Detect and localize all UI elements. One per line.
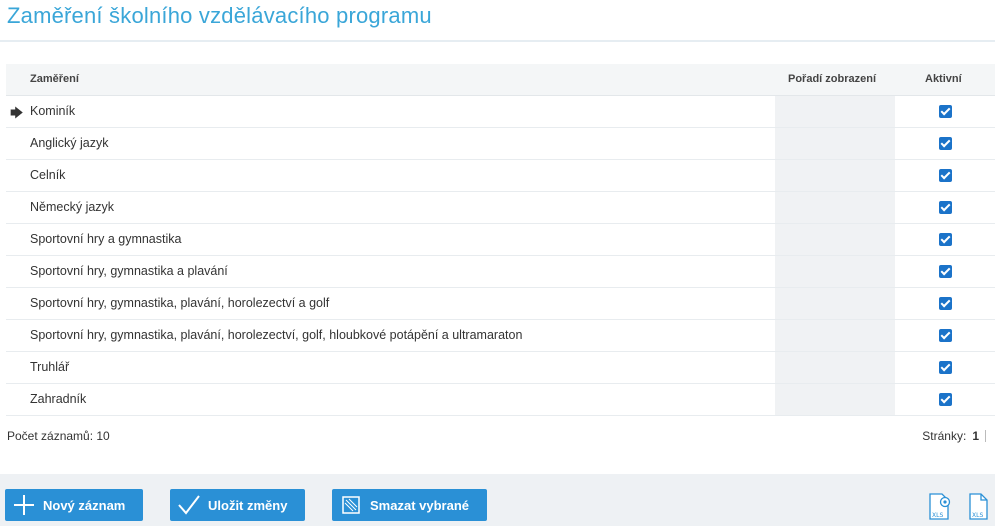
row-order-cell[interactable] — [775, 256, 895, 287]
row-name-cell[interactable]: Anglický jazyk — [30, 136, 109, 150]
active-checkbox[interactable] — [939, 105, 952, 118]
active-checkbox[interactable] — [939, 361, 952, 374]
row-order-cell[interactable] — [775, 160, 895, 191]
new-record-label: Nový záznam — [43, 497, 126, 513]
table-row[interactable]: Celník — [6, 160, 995, 192]
active-checkbox[interactable] — [939, 329, 952, 342]
column-header-name[interactable]: Zaměření — [30, 73, 79, 85]
row-order-cell[interactable] — [775, 384, 895, 415]
grid-header: Zaměření Pořadí zobrazení Aktivní — [6, 64, 995, 96]
active-checkbox[interactable] — [939, 297, 952, 310]
table-row[interactable]: Německý jazyk — [6, 192, 995, 224]
table-row[interactable]: 🡆 Kominík — [6, 96, 995, 128]
row-order-cell[interactable] — [775, 96, 895, 127]
delete-selected-button[interactable]: Smazat vybrané — [332, 489, 487, 521]
save-changes-button[interactable]: Uložit změny — [170, 489, 305, 521]
active-checkbox[interactable] — [939, 393, 952, 406]
xls-badge: XLS — [972, 512, 983, 519]
active-checkbox[interactable] — [939, 233, 952, 246]
table-row[interactable]: Sportovní hry, gymnastika a plavání — [6, 256, 995, 288]
save-changes-label: Uložit změny — [208, 497, 288, 513]
row-order-cell[interactable] — [775, 352, 895, 383]
table-row[interactable]: Zahradník — [6, 384, 995, 416]
checkmark-icon — [178, 494, 200, 516]
row-name-cell[interactable]: Sportovní hry a gymnastika — [30, 232, 181, 246]
page: Zaměření školního vzdělávacího programu … — [0, 0, 995, 526]
row-name-cell[interactable]: Truhlář — [30, 360, 69, 374]
active-checkbox[interactable] — [939, 137, 952, 150]
table-row[interactable]: Sportovní hry, gymnastika, plavání, horo… — [6, 320, 995, 352]
table-row[interactable]: Sportovní hry, gymnastika, plavání, horo… — [6, 288, 995, 320]
data-grid: Zaměření Pořadí zobrazení Aktivní 🡆 Komin… — [6, 64, 995, 416]
active-checkbox[interactable] — [939, 201, 952, 214]
row-order-cell[interactable] — [775, 224, 895, 255]
grid-body: 🡆 Kominík Anglický jazyk Celník Německý jazy… — [6, 96, 995, 416]
title-divider — [0, 40, 995, 42]
bottom-toolbar: Nový záznam Uložit změny Smazat vybrané — [0, 474, 995, 526]
new-record-button[interactable]: Nový záznam — [5, 489, 143, 521]
column-header-active[interactable]: Aktivní — [925, 73, 962, 85]
xls-export-icon[interactable]: XLS — [968, 493, 990, 520]
eraser-icon — [340, 494, 362, 516]
record-count: Počet záznamů: 10 — [7, 429, 110, 443]
delete-selected-label: Smazat vybrané — [370, 497, 469, 513]
column-header-order[interactable]: Pořadí zobrazení — [788, 73, 876, 85]
pagination: Stránky: 1 — [922, 429, 986, 443]
pagination-divider — [985, 430, 986, 442]
page-title: Zaměření školního vzdělávacího programu — [7, 3, 432, 28]
table-row[interactable]: Anglický jazyk — [6, 128, 995, 160]
row-order-cell[interactable] — [775, 192, 895, 223]
current-row-arrow-icon: 🡆 — [10, 105, 24, 120]
row-name-cell[interactable]: Kominík — [30, 104, 75, 118]
active-checkbox[interactable] — [939, 169, 952, 182]
plus-icon — [13, 494, 35, 516]
pages-label: Stránky: — [922, 429, 967, 443]
row-order-cell[interactable] — [775, 320, 895, 351]
xls-export-settings-icon[interactable]: XLS — [928, 493, 951, 520]
row-order-cell[interactable] — [775, 288, 895, 319]
row-name-cell[interactable]: Německý jazyk — [30, 200, 114, 214]
xls-badge: XLS — [932, 512, 943, 519]
table-row[interactable]: Sportovní hry a gymnastika — [6, 224, 995, 256]
active-checkbox[interactable] — [939, 265, 952, 278]
row-order-cell[interactable] — [775, 128, 895, 159]
row-name-cell[interactable]: Zahradník — [30, 392, 86, 406]
page-number-link[interactable]: 1 — [972, 429, 979, 443]
row-name-cell[interactable]: Sportovní hry, gymnastika, plavání, horo… — [30, 296, 329, 310]
row-name-cell[interactable]: Sportovní hry, gymnastika, plavání, horo… — [30, 328, 522, 342]
row-name-cell[interactable]: Celník — [30, 168, 65, 182]
table-row[interactable]: Truhlář — [6, 352, 995, 384]
row-name-cell[interactable]: Sportovní hry, gymnastika a plavání — [30, 264, 228, 278]
